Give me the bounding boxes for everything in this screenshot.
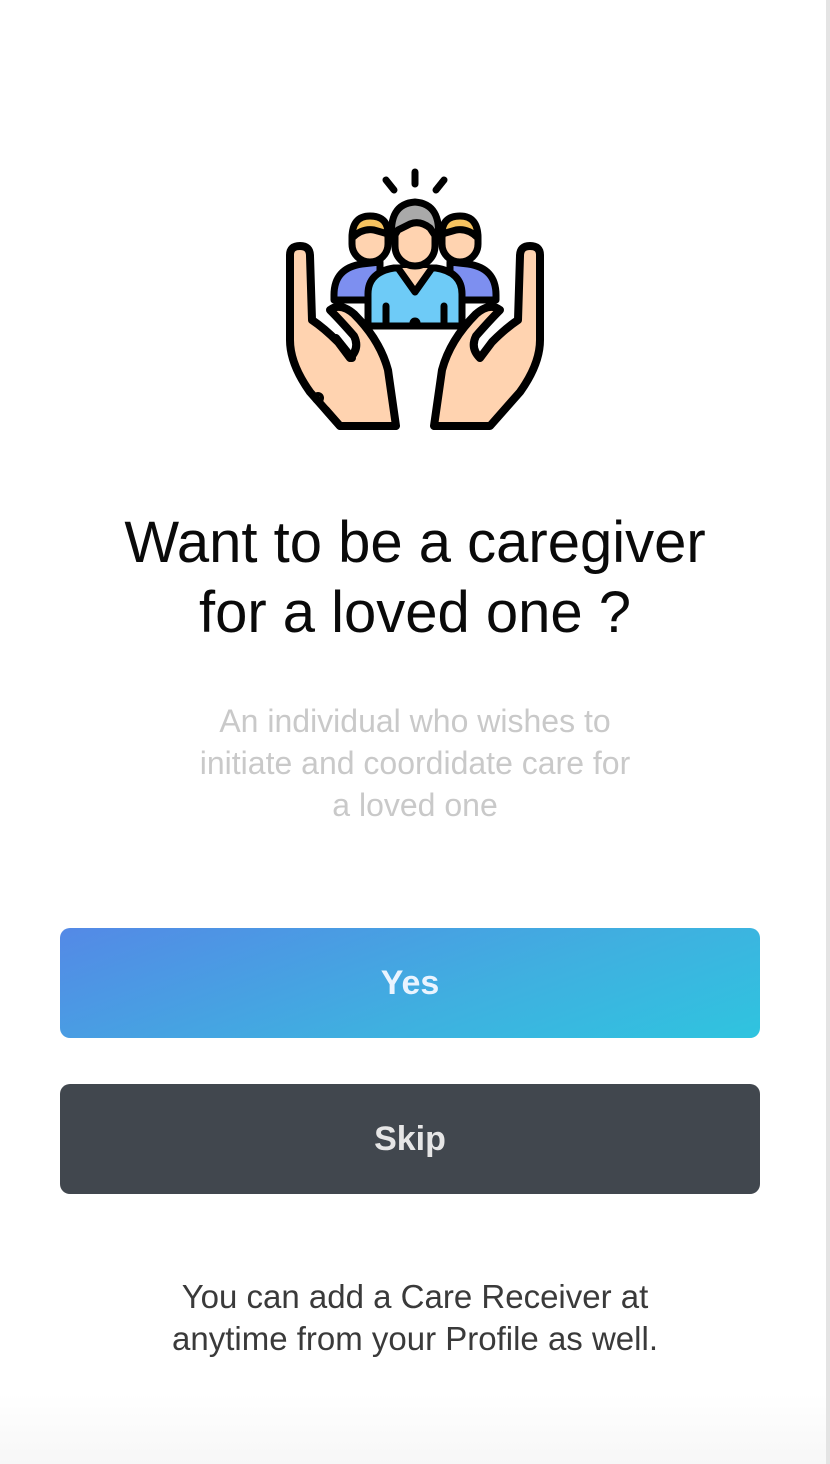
page-title: Want to be a caregiver for a loved one ? bbox=[124, 510, 706, 645]
onboarding-screen: Want to be a caregiver for a loved one ?… bbox=[0, 0, 826, 1464]
screen-edge bbox=[826, 0, 830, 1464]
yes-button[interactable]: Yes bbox=[60, 928, 760, 1038]
bottom-fade bbox=[0, 1394, 826, 1464]
skip-button[interactable]: Skip bbox=[60, 1084, 760, 1194]
page-subtitle: An individual who wishes to initiate and… bbox=[199, 703, 631, 823]
caregiver-hands-icon bbox=[286, 168, 544, 430]
footer-note: You can add a Care Receiver at anytime f… bbox=[172, 1278, 658, 1357]
